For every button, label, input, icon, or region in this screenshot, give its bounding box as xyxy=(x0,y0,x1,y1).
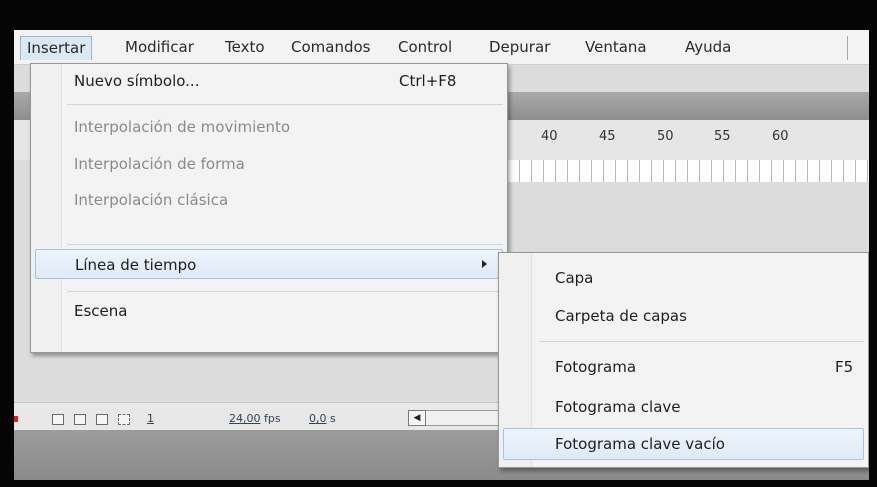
menu-insertar[interactable]: Insertar xyxy=(20,36,93,60)
menu-comandos[interactable]: Comandos xyxy=(291,36,370,60)
menu-item-layer[interactable]: Capa xyxy=(499,263,868,293)
timeline-frames[interactable] xyxy=(507,160,869,183)
menu-item-shortcut: F5 xyxy=(835,358,854,376)
menu-item-keyframe[interactable]: Fotograma clave xyxy=(499,392,868,422)
menu-item-classic-tween: Interpolación clásica xyxy=(31,185,507,215)
current-frame[interactable]: 1 xyxy=(147,412,154,425)
menu-item-shape-tween: Interpolación de forma xyxy=(31,149,507,179)
menu-item-label: Interpolación de movimiento xyxy=(74,118,291,136)
onion-outline-icon[interactable] xyxy=(96,414,108,425)
menu-item-label: Línea de tiempo xyxy=(75,256,197,274)
timeline-scrollbar[interactable] xyxy=(426,410,506,426)
menu-modificar[interactable]: Modificar xyxy=(125,36,194,60)
menubar-divider xyxy=(847,36,848,60)
menu-item-layer-folder[interactable]: Carpeta de capas xyxy=(499,301,868,331)
elapsed-time[interactable]: 0,0 s xyxy=(309,412,336,425)
menu-control[interactable]: Control xyxy=(398,36,452,60)
ruler-label-50: 50 xyxy=(657,129,674,144)
menu-ventana[interactable]: Ventana xyxy=(585,36,647,60)
menu-item-blank-keyframe[interactable]: Fotograma clave vacío xyxy=(503,428,864,460)
edit-multiple-frames-icon[interactable] xyxy=(118,414,130,425)
frame-rate[interactable]: 24,00 fps xyxy=(229,412,281,425)
menu-item-label: Carpeta de capas xyxy=(555,307,687,325)
layer-marker xyxy=(14,416,18,422)
flash-window: Insertar Modificar Texto Comandos Contro… xyxy=(14,30,869,480)
menu-ayuda[interactable]: Ayuda xyxy=(685,36,731,60)
ruler-label-40: 40 xyxy=(541,129,558,144)
arrow-left-icon[interactable]: ◀ xyxy=(408,410,426,426)
menu-item-frame[interactable]: Fotograma F5 xyxy=(499,352,868,382)
menu-bar: Insertar Modificar Texto Comandos Contro… xyxy=(14,30,869,65)
menu-item-timeline[interactable]: Línea de tiempo xyxy=(35,249,503,279)
menu-separator xyxy=(67,104,503,105)
menu-item-motion-tween: Interpolación de movimiento xyxy=(31,112,507,142)
menu-depurar[interactable]: Depurar xyxy=(489,36,550,60)
ruler-label-55: 55 xyxy=(714,129,731,144)
center-frame-icon[interactable] xyxy=(52,414,64,425)
menu-separator xyxy=(539,341,864,342)
ruler-label-45: 45 xyxy=(599,129,616,144)
menu-texto[interactable]: Texto xyxy=(225,36,265,60)
menu-item-label: Fotograma clave vacío xyxy=(555,435,725,453)
menu-item-label: Interpolación clásica xyxy=(74,191,229,209)
menu-separator xyxy=(67,291,503,292)
menu-separator xyxy=(67,244,503,245)
onion-skin-icon[interactable] xyxy=(74,414,86,425)
insert-menu: Nuevo símbolo... Ctrl+F8 Interpolación d… xyxy=(30,63,508,353)
timeline-submenu: Capa Carpeta de capas Fotograma F5 Fotog… xyxy=(498,252,869,468)
menu-item-label: Interpolación de forma xyxy=(74,155,245,173)
menu-item-new-symbol[interactable]: Nuevo símbolo... Ctrl+F8 xyxy=(31,66,507,96)
menu-item-label: Fotograma xyxy=(555,358,637,376)
menu-item-label: Fotograma clave xyxy=(555,398,681,416)
chevron-right-icon xyxy=(482,260,487,268)
menu-item-label: Nuevo símbolo... xyxy=(74,72,200,90)
menu-item-shortcut: Ctrl+F8 xyxy=(399,72,457,90)
menu-item-label: Escena xyxy=(74,302,128,320)
menu-item-label: Capa xyxy=(555,269,594,287)
ruler-label-60: 60 xyxy=(772,129,789,144)
menu-item-scene[interactable]: Escena xyxy=(31,296,507,326)
